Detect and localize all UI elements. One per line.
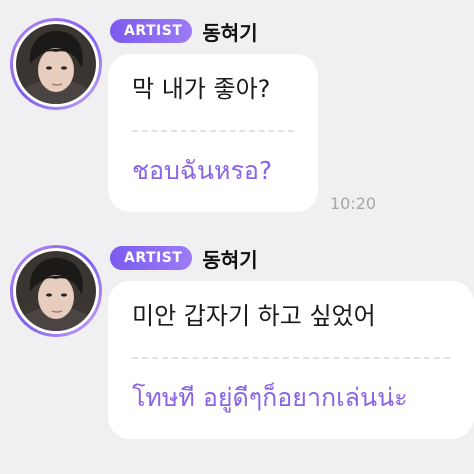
sender-name: 동혀기 bbox=[202, 20, 258, 45]
timestamp: 10:20 bbox=[330, 194, 377, 213]
artist-badge: ARTIST bbox=[110, 246, 193, 270]
original-text: 막 내가 좋아? bbox=[132, 75, 271, 103]
sender-name: 동혀기 bbox=[202, 247, 258, 272]
chat-message: ARTIST 동혀기 미안 갑자기 하고 싶었어 โทษที อยู่ดีๆก็… bbox=[0, 245, 474, 445]
message-header: ARTIST 동혀기 bbox=[110, 18, 258, 45]
message-header: ARTIST 동혀기 bbox=[110, 245, 258, 272]
message-bubble[interactable]: 막 내가 좋아? ชอบฉันหรอ? bbox=[108, 54, 318, 212]
original-text: 미안 갑자기 하고 싶었어 bbox=[132, 302, 376, 330]
translation-text: โทษที อยู่ดีๆก็อยากเล่นน่ะ bbox=[132, 383, 408, 412]
artist-badge: ARTIST bbox=[110, 19, 193, 43]
translation-text: ชอบฉันหรอ? bbox=[132, 156, 273, 185]
avatar[interactable] bbox=[10, 245, 102, 337]
artist-avatar-photo-icon bbox=[16, 251, 96, 331]
message-bubble[interactable]: 미안 갑자기 하고 싶었어 โทษที อยู่ดีๆก็อยากเล่นน่ะ bbox=[108, 281, 474, 439]
chat-message: ARTIST 동혀기 막 내가 좋아? ชอบฉันหรอ? 10:20 bbox=[0, 18, 474, 218]
artist-avatar-photo-icon bbox=[16, 24, 96, 104]
avatar[interactable] bbox=[10, 18, 102, 110]
